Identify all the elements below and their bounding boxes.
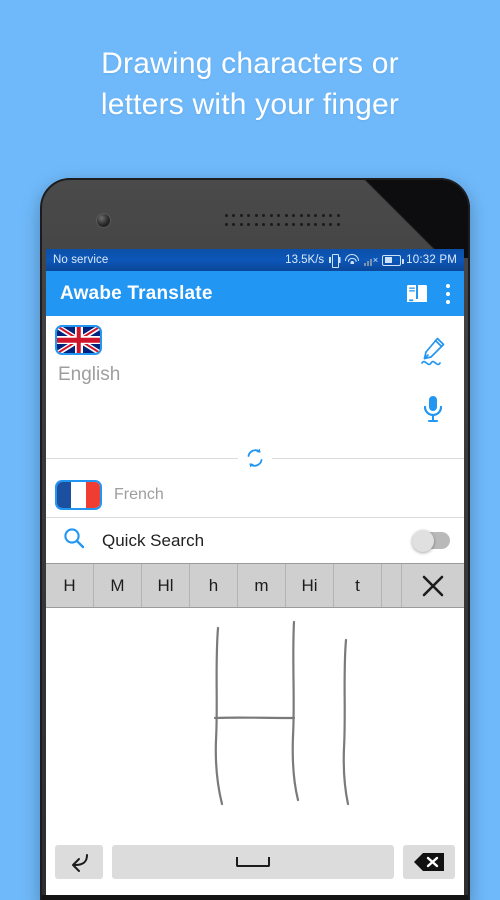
front-camera-icon (97, 214, 110, 227)
earpiece-speaker-grille (225, 214, 340, 226)
target-language-label: French (114, 486, 164, 503)
promo-line-1: Drawing characters or (101, 47, 399, 80)
source-language-panel: English (46, 316, 464, 443)
battery-icon (382, 254, 404, 266)
quick-search-row[interactable]: Quick Search (46, 518, 464, 563)
swap-languages-icon[interactable] (238, 446, 272, 470)
overflow-menu-icon[interactable] (445, 283, 450, 304)
handwriting-candidate-strip: H M Hl h m Hi t (46, 563, 464, 608)
target-language-row[interactable]: French (46, 473, 464, 517)
close-icon[interactable] (402, 564, 464, 607)
promo-line-2: letters with your finger (100, 87, 400, 121)
space-glyph (236, 857, 270, 867)
device-gloss (320, 178, 470, 258)
search-icon (62, 526, 86, 555)
space-key-icon[interactable] (112, 845, 394, 879)
backspace-key-icon[interactable] (403, 845, 455, 879)
enter-key-icon[interactable] (55, 845, 103, 879)
book-icon[interactable] (405, 282, 429, 306)
quick-search-label: Quick Search (102, 530, 205, 550)
target-flag-button[interactable] (55, 480, 102, 510)
handwriting-ink-strokes (213, 620, 350, 806)
pen-icon[interactable] (418, 336, 448, 375)
status-bar: No service 13.5K/s × 10:32 PM (46, 249, 464, 271)
source-flag-button[interactable] (55, 325, 102, 355)
microphone-icon[interactable] (420, 394, 446, 429)
phone-bottom-bezel (40, 895, 470, 900)
handwriting-canvas[interactable] (46, 608, 464, 838)
swap-languages-row (46, 443, 464, 473)
candidate-item[interactable]: M (94, 564, 142, 607)
vibrate-icon (329, 254, 340, 268)
phone-device-frame: No service 13.5K/s × 10:32 PM Awabe Tran… (40, 178, 470, 900)
candidate-strip-spacer (382, 564, 402, 607)
wifi-icon (345, 254, 360, 266)
candidate-item[interactable]: h (190, 564, 238, 607)
candidate-item[interactable]: t (334, 564, 382, 607)
candidate-item[interactable]: Hi (286, 564, 334, 607)
app-title: Awabe Translate (60, 282, 213, 304)
divider-left (46, 457, 238, 459)
app-bar: Awabe Translate (46, 271, 464, 316)
candidate-item[interactable]: m (238, 564, 286, 607)
status-time: 10:32 PM (406, 254, 457, 266)
signal-off-icon: × (364, 255, 378, 266)
candidate-item[interactable]: Hl (142, 564, 190, 607)
quick-search-toggle[interactable] (412, 529, 450, 552)
status-network-speed: 13.5K/s (285, 254, 325, 266)
source-text-input[interactable]: English (58, 364, 120, 386)
uk-flag (57, 327, 100, 353)
divider-right (272, 457, 464, 459)
keyboard-bottom-row (46, 838, 464, 886)
candidate-item[interactable]: H (46, 564, 94, 607)
france-flag (57, 482, 100, 508)
status-carrier: No service (53, 254, 109, 266)
promo-headline: Drawing characters or letters with your … (0, 44, 500, 126)
phone-screen: No service 13.5K/s × 10:32 PM Awabe Tran… (46, 249, 464, 895)
